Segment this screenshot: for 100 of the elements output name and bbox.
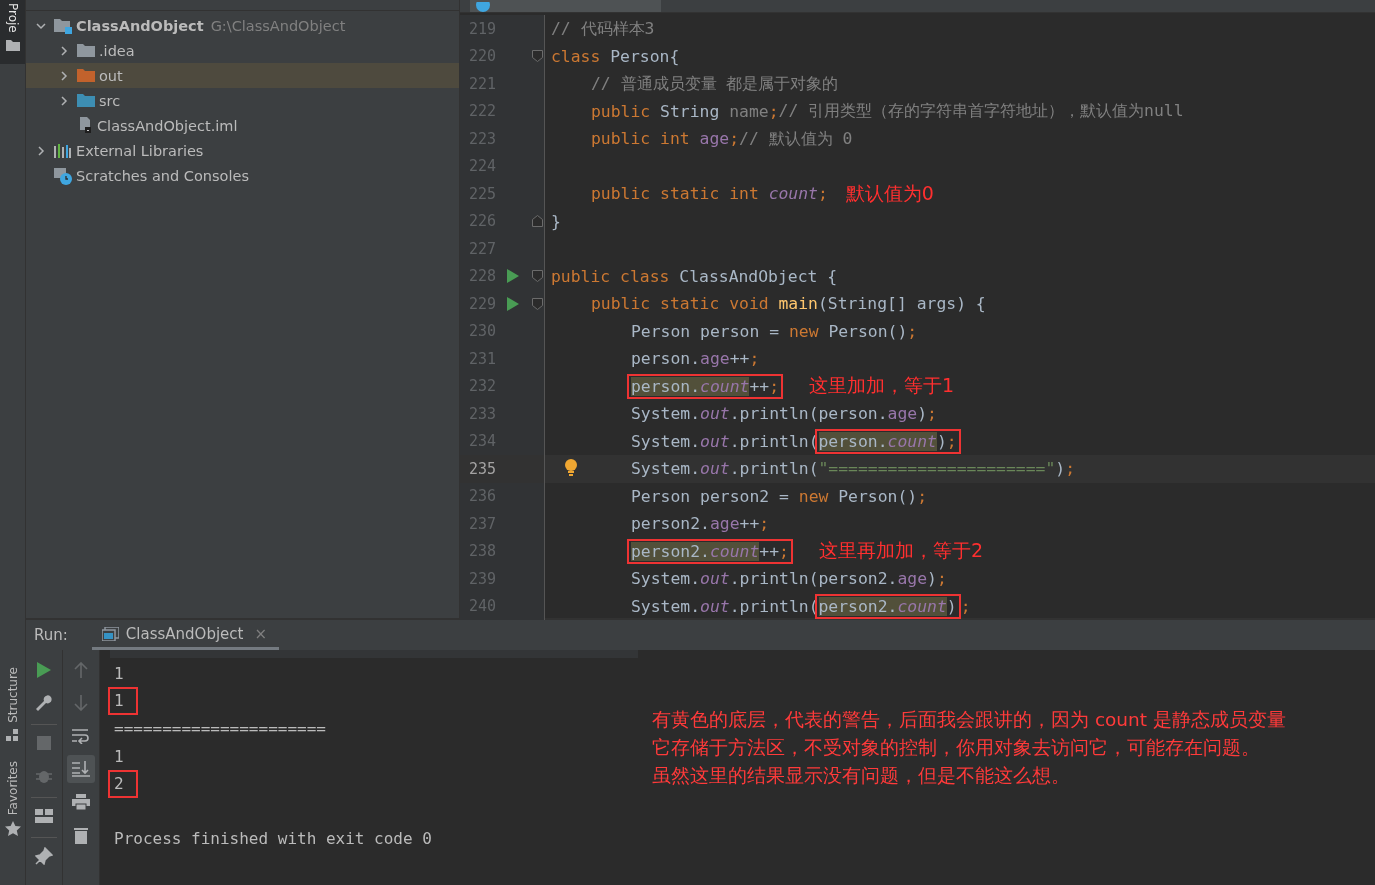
code-text: (String[] args) {	[818, 294, 986, 314]
code-keyword: ;	[768, 101, 779, 121]
console-output: ======================	[114, 718, 326, 740]
code-keyword: public static int	[591, 184, 760, 204]
code-static-field: out	[700, 459, 730, 479]
code-text: ++	[729, 349, 750, 369]
code-text: Person()	[838, 486, 918, 506]
code-text: .println(	[729, 431, 819, 451]
code-field: age	[700, 349, 730, 369]
annotation-text: 有黄色的底层，代表的警告，后面我会跟讲的，因为 count 是静态成员变量	[652, 708, 1286, 732]
code-keyword: new	[798, 486, 830, 506]
tree-item-label: External Libraries	[76, 142, 204, 159]
tree-item[interactable]: src	[26, 88, 459, 113]
code-keyword: ;	[749, 349, 760, 369]
down-arrow-icon	[74, 695, 88, 711]
code-comment: // 默认值为 0	[739, 127, 853, 150]
fold-icon[interactable]	[531, 50, 543, 63]
editor-tab[interactable]	[470, 0, 661, 12]
tree-item-label: ClassAndObject.iml	[97, 117, 238, 134]
code-text: )	[927, 569, 937, 589]
code-text: )	[917, 404, 928, 424]
code-comment: // 引用类型（存的字符串首字符地址），默认值为null	[778, 100, 1184, 123]
code-text: .println(	[729, 459, 819, 479]
console-output: 1	[114, 662, 124, 685]
tool-window-tab[interactable]: Favorites	[0, 757, 25, 840]
code-keyword: ;	[946, 431, 957, 451]
structure-icon	[5, 728, 20, 741]
file-icon	[77, 117, 93, 134]
warning-highlight: person.	[818, 431, 888, 451]
tree-item-label: out	[99, 67, 123, 84]
code-text: String	[660, 101, 721, 121]
fold-icon[interactable]	[531, 297, 543, 310]
code-text: person.	[631, 349, 701, 369]
code-text: Person person2 =	[631, 486, 790, 506]
warning-highlight: count	[897, 596, 947, 616]
code-text: person2.	[631, 514, 710, 534]
warning-highlight: person.	[631, 376, 701, 396]
code-text: ClassAndObject {	[679, 266, 838, 286]
tree-item-label: .idea	[99, 42, 135, 59]
lightbulb-icon[interactable]	[564, 459, 578, 477]
warning-highlight: count	[709, 541, 760, 561]
code-comment: // 代码样本3	[551, 17, 655, 40]
code-static-field: count	[768, 184, 818, 204]
run-icon[interactable]	[507, 269, 519, 284]
code-keyword: class	[551, 46, 602, 66]
code-field: name	[729, 101, 769, 121]
tool-window-tab[interactable]: Proje	[0, 0, 25, 64]
exit-message: Process finished with exit code 0	[114, 828, 432, 851]
code-keyword: ;	[729, 129, 740, 149]
code-text: System.	[631, 596, 701, 616]
code-keyword: ;	[917, 486, 928, 506]
code-text: .println(person.	[729, 404, 888, 424]
annotation-text: 它存储于方法区，不受对象的控制，你用对象去访问它，可能存在问题。	[652, 736, 1261, 760]
code-static-field: out	[700, 569, 730, 589]
code-keyword: ;	[936, 569, 947, 589]
code-comment: // 普通成员变量 都是属于对象的	[591, 72, 839, 95]
code-keyword: new	[788, 321, 820, 341]
tree-item-path: G:\ClassAndObject	[210, 17, 346, 34]
console-output: 1	[114, 745, 124, 768]
code-keyword: ;	[927, 404, 937, 424]
code-text: )	[936, 431, 947, 451]
code-text: Person{	[610, 46, 680, 66]
warning-highlight: count	[700, 376, 750, 396]
class-icon	[476, 2, 490, 12]
code-keyword: ;	[907, 321, 918, 341]
run-icon[interactable]	[507, 296, 519, 311]
line-number: 235	[467, 459, 496, 478]
code-keyword: ;	[769, 376, 780, 396]
fold-icon[interactable]	[531, 215, 543, 228]
code-field: age	[699, 129, 730, 149]
tree-item[interactable]: External Libraries	[26, 138, 459, 163]
code-keyword: ;	[960, 596, 971, 616]
up-arrow-icon	[74, 662, 88, 678]
tree-item-label: Scratches and Consoles	[76, 167, 249, 184]
soft-wrap-icon	[72, 728, 90, 744]
folder-icon	[77, 68, 95, 83]
trash-icon	[74, 826, 88, 844]
folder-icon	[77, 93, 95, 108]
tree-item[interactable]: ClassAndObject.iml	[26, 113, 459, 138]
tool-window-tab[interactable]: Structure	[0, 664, 25, 744]
warning-highlight: person2.	[818, 596, 898, 616]
code-text: Person person =	[631, 321, 781, 341]
tree-item[interactable]: ClassAndObject G:\ClassAndObject	[26, 13, 459, 38]
code-keyword: public class	[551, 266, 671, 286]
tree-item[interactable]: Scratches and Consoles	[26, 163, 459, 188]
tree-item[interactable]: out	[26, 63, 459, 88]
code-method: main	[778, 294, 818, 314]
code-keyword: ;	[1065, 459, 1076, 479]
code-text: )	[946, 596, 957, 616]
scroll-end-button[interactable]	[67, 755, 95, 783]
code-text: .println(	[729, 596, 819, 616]
wrench-icon	[35, 694, 53, 712]
code-text: ++	[739, 514, 760, 534]
run-label: Run:	[34, 626, 68, 644]
tree-item[interactable]: .idea	[26, 38, 459, 63]
annotation-text: 默认值为0	[845, 180, 934, 206]
fold-icon[interactable]	[531, 270, 543, 283]
console-output: 1	[108, 687, 138, 716]
code-static-field: out	[700, 404, 730, 424]
annotation-text: 这里加加，等于1	[809, 373, 955, 399]
